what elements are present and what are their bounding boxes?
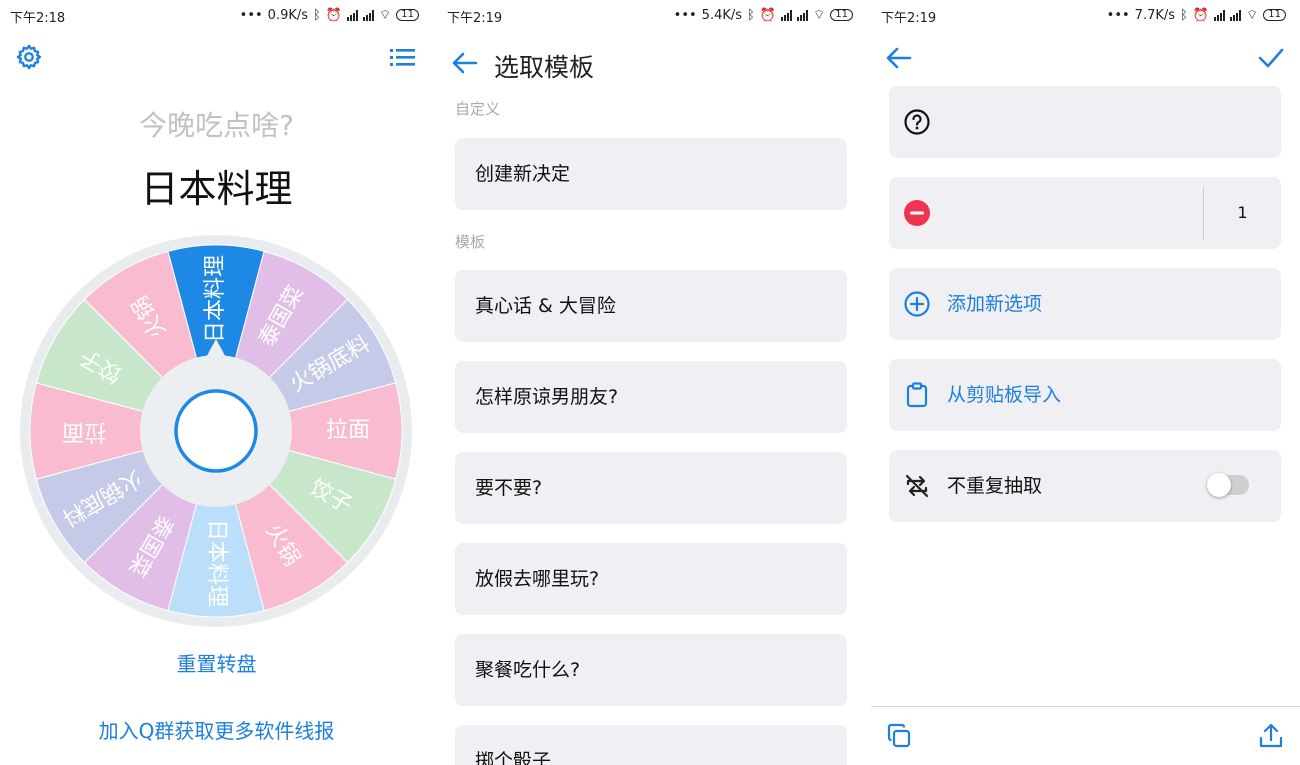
status-bar: 下午2:19 ••• 7.7K/s ᛒ ⏰ ⌔ 11 [871,0,1300,30]
signal-icon [1214,9,1226,21]
wheel-segment-label: 日本料理 [204,519,229,607]
plus-circle-icon [904,291,930,317]
check-icon[interactable] [1257,45,1285,71]
battery-icon: 11 [396,9,419,21]
battery-icon: 11 [830,9,853,21]
decision-title-field[interactable] [889,86,1281,158]
no-repeat-label: 不重复抽取 [947,475,1043,497]
bluetooth-icon: ᛒ [313,7,321,23]
spin-button[interactable] [174,389,258,473]
signal-icon [347,9,359,21]
no-repeat-row: 不重复抽取 [889,450,1281,522]
question-circle-icon[interactable] [903,108,931,136]
option-row[interactable]: 1 [889,177,1281,249]
bluetooth-icon: ᛒ [747,7,755,23]
status-time: 下午2:19 [447,11,503,26]
status-time: 下午2:18 [10,11,66,26]
template-item[interactable]: 要不要? [455,452,847,524]
signal-icon [781,9,793,21]
reset-wheel-button[interactable]: 重置转盘 [0,648,433,677]
status-bar: 下午2:18 ••• 0.9K/s ᛒ ⏰ ⌔ 11 [0,0,433,30]
import-clipboard-button[interactable]: 从剪贴板导入 [889,359,1281,431]
battery-icon: 11 [1263,9,1286,21]
list-icon[interactable] [389,46,417,70]
section-templates-heading: 模板 [455,233,486,251]
copy-icon[interactable] [885,722,913,750]
page-title: 选取模板 [494,53,595,82]
wheel-segment-label: 拉面 [326,418,370,443]
bluetooth-icon: ᛒ [1180,7,1188,23]
wifi-icon: ⌔ [1246,8,1259,23]
status-indicators: ••• 0.9K/s ᛒ ⏰ ⌔ 11 [240,7,419,23]
signal-icon [363,9,375,21]
add-option-label: 添加新选项 [947,293,1043,315]
option-weight[interactable]: 1 [1204,177,1281,249]
wheel-result: 日本料理 [140,167,293,211]
no-repeat-toggle[interactable] [1207,473,1249,497]
add-option-button[interactable]: 添加新选项 [889,268,1281,340]
repeat-off-icon [905,474,929,498]
clipboard-icon [906,382,928,408]
template-item[interactable]: 聚餐吃什么? [455,634,847,706]
signal-icon [797,9,809,21]
minus-circle-icon[interactable] [903,199,931,227]
template-picker-screen: 下午2:19 ••• 5.4K/s ᛒ ⏰ ⌔ 11 选取模板 自定义 创建新决定… [437,0,867,765]
status-time: 下午2:19 [881,11,937,26]
back-arrow-icon[interactable] [451,50,479,76]
alarm-icon: ⏰ [759,7,777,23]
create-decision-button[interactable]: 创建新决定 [455,138,847,210]
section-custom-heading: 自定义 [455,100,501,118]
net-speed: 0.9K/s [267,7,309,23]
template-item[interactable]: 怎样原谅男朋友? [455,361,847,433]
toggle-knob [1207,473,1231,497]
alarm-icon: ⏰ [325,7,343,23]
net-speed: 7.7K/s [1134,7,1176,23]
edit-decision-screen: 下午2:19 ••• 7.7K/s ᛒ ⏰ ⌔ 11 1 添加新选项 从剪贴板导… [871,0,1300,765]
wifi-icon: ⌔ [379,8,392,23]
net-speed: 5.4K/s [701,7,743,23]
wheel-segment-label: 日本料理 [203,255,228,343]
share-icon[interactable] [1257,722,1285,750]
back-arrow-icon[interactable] [885,45,913,71]
status-indicators: ••• 5.4K/s ᛒ ⏰ ⌔ 11 [674,7,853,23]
spin-wheel[interactable]: 日本料理 泰国菜火锅底料拉面饺子火锅日本料理泰国菜火锅底料拉面饺子火锅 [18,233,414,629]
join-group-link[interactable]: 加入Q群获取更多软件线报 [0,715,433,744]
gear-icon[interactable] [15,43,43,71]
import-clipboard-label: 从剪贴板导入 [947,384,1062,406]
status-bar: 下午2:19 ••• 5.4K/s ᛒ ⏰ ⌔ 11 [437,0,867,30]
template-item[interactable]: 真心话 & 大冒险 [455,270,847,342]
signal-icon [1230,9,1242,21]
wheel-screen: 下午2:18 ••• 0.9K/s ᛒ ⏰ ⌔ 11 今晚吃点啥? 日本料理 日本… [0,0,433,765]
alarm-icon: ⏰ [1192,7,1210,23]
wifi-icon: ⌔ [813,8,826,23]
status-indicators: ••• 7.7K/s ᛒ ⏰ ⌔ 11 [1107,7,1286,23]
wheel-question: 今晚吃点啥? [139,109,294,142]
wheel-segment-label: 拉面 [62,419,106,444]
bottom-bar-divider [871,706,1300,707]
template-item[interactable]: 放假去哪里玩? [455,543,847,615]
template-item[interactable]: 掷个骰子 [455,725,847,765]
